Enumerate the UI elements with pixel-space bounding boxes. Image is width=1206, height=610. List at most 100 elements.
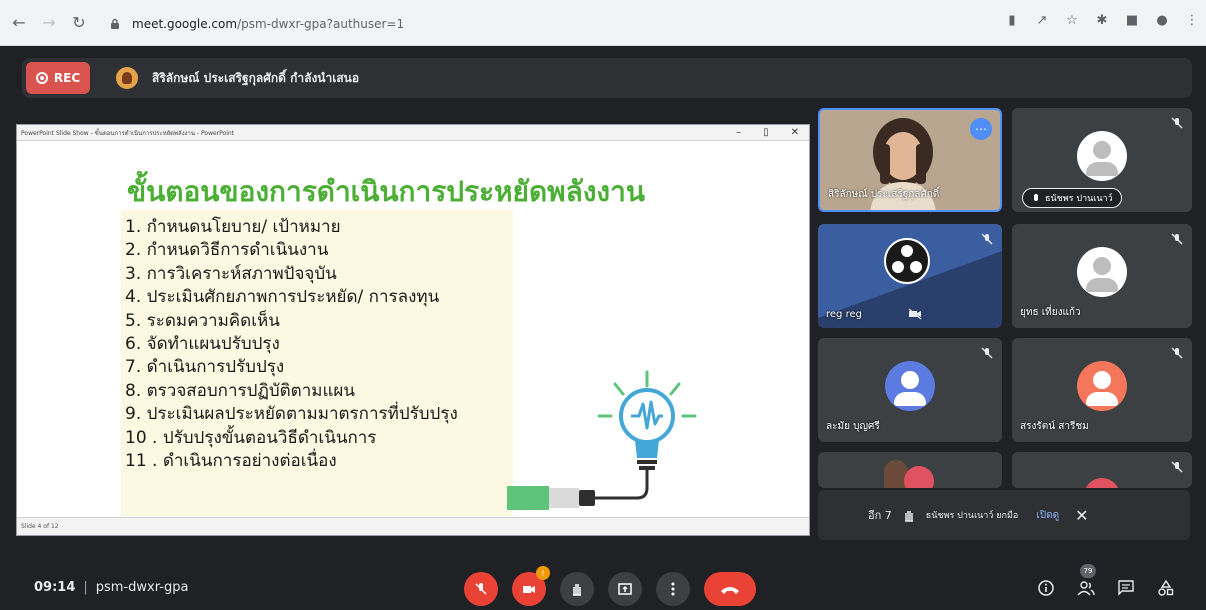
avatar	[1077, 131, 1127, 181]
notification-text: ธนัชพร ปานเนาว์ ยกมือ	[925, 511, 1019, 521]
participant-tile-presenter[interactable]: ⋯ สิริลักษณ์ ประเสริฐกุลศักดิ์	[818, 108, 1002, 212]
minimize-icon: –	[736, 127, 742, 138]
participant-tile-partial[interactable]	[1012, 452, 1192, 488]
share-icon[interactable]: ↗	[1034, 12, 1050, 28]
people-button[interactable]: 79	[1074, 564, 1098, 600]
participant-tile-reg[interactable]: reg reg	[818, 224, 1002, 328]
url-path: /psm-dwxr-gpa?authuser=1	[237, 17, 405, 31]
hand-raise-notification: อีก 7 ธนัชพร ปานเนาว์ ยกมือ เปิดดู ✕	[818, 490, 1190, 540]
participant-tile-overflow[interactable]	[818, 452, 1002, 488]
bookmark-star-icon[interactable]: ☆	[1064, 12, 1080, 28]
chip-name: ธนัชพร ปานเนาว์	[1045, 194, 1113, 204]
step-item: 10 . ปรับปรุงขั้นตอนวิธีดำเนินการ	[125, 427, 377, 448]
forward-icon[interactable]: →	[38, 12, 60, 34]
participant-name: สิริลักษณ์ ประเสริฐกุลศักดิ์	[828, 189, 940, 200]
participant-tile-sarongrat[interactable]: สรงรัตน์ สารีชม	[1012, 338, 1192, 442]
side-panel-icon[interactable]: ■	[1124, 12, 1140, 28]
participant-name: ละมัย บุญศรี	[826, 421, 880, 432]
mic-toggle-button[interactable]	[464, 572, 498, 606]
slide: ขั้นตอนของการดำเนินการประหยัดพลังงาน 1. …	[17, 142, 809, 518]
slide-title: ขั้นตอนของการดำเนินการประหยัดพลังงาน	[127, 175, 645, 208]
avatar	[904, 466, 934, 488]
mic-off-icon	[1171, 233, 1183, 245]
raise-hand-button[interactable]	[560, 572, 594, 606]
slide-window-titlebar: PowerPoint Slide Show - ขั้นตอนการดำเนิน…	[17, 125, 809, 141]
mic-off-icon	[475, 583, 487, 595]
hand-raised-chip: ธนัชพร ปานเนาว์	[1022, 188, 1122, 208]
hand-icon	[904, 511, 913, 522]
step-item: 8. ตรวจสอบการปฏิบัติตามแผน	[125, 380, 356, 401]
participant-name: reg reg	[826, 309, 862, 320]
chat-button[interactable]	[1114, 576, 1138, 600]
more-options-button[interactable]	[656, 572, 690, 606]
step-item: 6. จัดทำแผนปรับปรุง	[125, 334, 280, 355]
avatar	[1084, 478, 1120, 488]
rec-label: REC	[53, 71, 81, 85]
reload-icon[interactable]: ↻	[68, 12, 90, 34]
restore-icon: ▯	[763, 127, 769, 138]
menu-kebab-icon[interactable]: ⋮	[1184, 12, 1200, 28]
recording-bar: REC สิริลักษณ์ ประเสริฐกุลศักดิ์ กำลังนำ…	[22, 58, 1192, 98]
clock-time: 09:14	[34, 580, 76, 595]
participant-tile-yuttho[interactable]: ยุทธ เที่ยงแก้ว	[1012, 224, 1192, 328]
step-item: 4. ประเมินศักยภาพการประหยัด/ การลงทุน	[125, 287, 440, 308]
meeting-code: psm-dwxr-gpa	[95, 580, 189, 595]
warning-badge: !	[536, 566, 550, 580]
step-item: 7. ดำเนินการปรับปรุง	[125, 357, 285, 378]
video-camera-icon[interactable]: ▮	[1004, 12, 1020, 28]
more-options-icon[interactable]: ⋯	[970, 118, 992, 140]
activities-icon	[1158, 579, 1174, 596]
mic-off-icon	[981, 233, 993, 245]
present-screen-button[interactable]	[608, 572, 642, 606]
close-icon[interactable]: ✕	[1075, 506, 1088, 525]
open-link[interactable]: เปิดดู	[1036, 508, 1059, 523]
participant-tile-lamai[interactable]: ละมัย บุญศรี	[818, 338, 1002, 442]
camera-off-icon	[908, 308, 922, 320]
mic-off-icon	[981, 347, 993, 359]
url-text: meet.google.com/psm-dwxr-gpa?authuser=1	[132, 17, 404, 31]
participant-name: ยุทธ เที่ยงแก้ว	[1020, 307, 1081, 318]
mic-off-icon	[1171, 347, 1183, 359]
profile-icon[interactable]: ●	[1154, 12, 1170, 28]
step-item: 9. ประเมินผลประหยัดตามมาตรการที่ปรับปรุง	[125, 404, 458, 425]
steps-list: 1. กำหนดนโยบาย/ เป้าหมาย 2. กำหนดวิธีการ…	[121, 210, 513, 473]
presenter-status: สิริลักษณ์ ประเสริฐกุลศักดิ์ กำลังนำเสนอ	[152, 70, 360, 85]
camera-toggle-button[interactable]: !	[512, 566, 550, 606]
browser-toolbar: ← → ↻ meet.google.com/psm-dwxr-gpa?authu…	[0, 0, 1206, 46]
hand-icon	[573, 584, 581, 596]
meeting-details-button[interactable]	[1034, 576, 1058, 600]
camera-off-icon	[523, 586, 535, 593]
leave-call-button[interactable]	[704, 572, 756, 606]
avatar	[1077, 361, 1127, 411]
slide-status-text: Slide 4 of 12	[21, 523, 59, 530]
kebab-icon	[671, 582, 675, 596]
step-item: 2. กำหนดวิธีการดำเนินงาน	[125, 240, 329, 261]
info-icon	[1038, 580, 1054, 596]
hang-up-icon	[721, 587, 739, 594]
avatar	[885, 361, 935, 411]
participant-count-badge: 79	[1080, 564, 1096, 578]
lightbulb-icon	[507, 370, 697, 510]
step-item: 3. การวิเคราะห์สภาพปัจจุบัน	[125, 263, 337, 284]
activities-button[interactable]	[1154, 576, 1178, 600]
lock-icon	[111, 18, 119, 29]
address-bar[interactable]: meet.google.com/psm-dwxr-gpa?authuser=1	[108, 13, 988, 35]
steps-box: 1. กำหนดนโยบาย/ เป้าหมาย 2. กำหนดวิธีการ…	[121, 210, 513, 516]
people-icon	[1077, 581, 1095, 596]
extensions-icon[interactable]: ✱	[1094, 12, 1110, 28]
mic-off-icon	[1171, 461, 1183, 473]
chat-icon	[1118, 580, 1134, 596]
hand-icon	[1034, 194, 1038, 201]
rec-badge[interactable]: REC	[26, 62, 90, 94]
back-icon[interactable]: ←	[8, 12, 30, 34]
slide-window-title: PowerPoint Slide Show - ขั้นตอนการดำเนิน…	[21, 129, 235, 137]
url-host: meet.google.com	[132, 17, 238, 31]
present-icon	[618, 583, 632, 595]
avatar	[1077, 247, 1127, 297]
step-item: 11 . ดำเนินการอย่างต่อเนื่อง	[125, 451, 337, 472]
shared-screen: PowerPoint Slide Show - ขั้นตอนการดำเนิน…	[16, 124, 810, 536]
meeting-controls: 09:14 | psm-dwxr-gpa ! 79	[0, 564, 1206, 610]
more-participants-count: อีก 7	[868, 509, 892, 522]
screen: ← → ↻ meet.google.com/psm-dwxr-gpa?authu…	[0, 0, 1206, 610]
record-icon	[35, 72, 48, 84]
